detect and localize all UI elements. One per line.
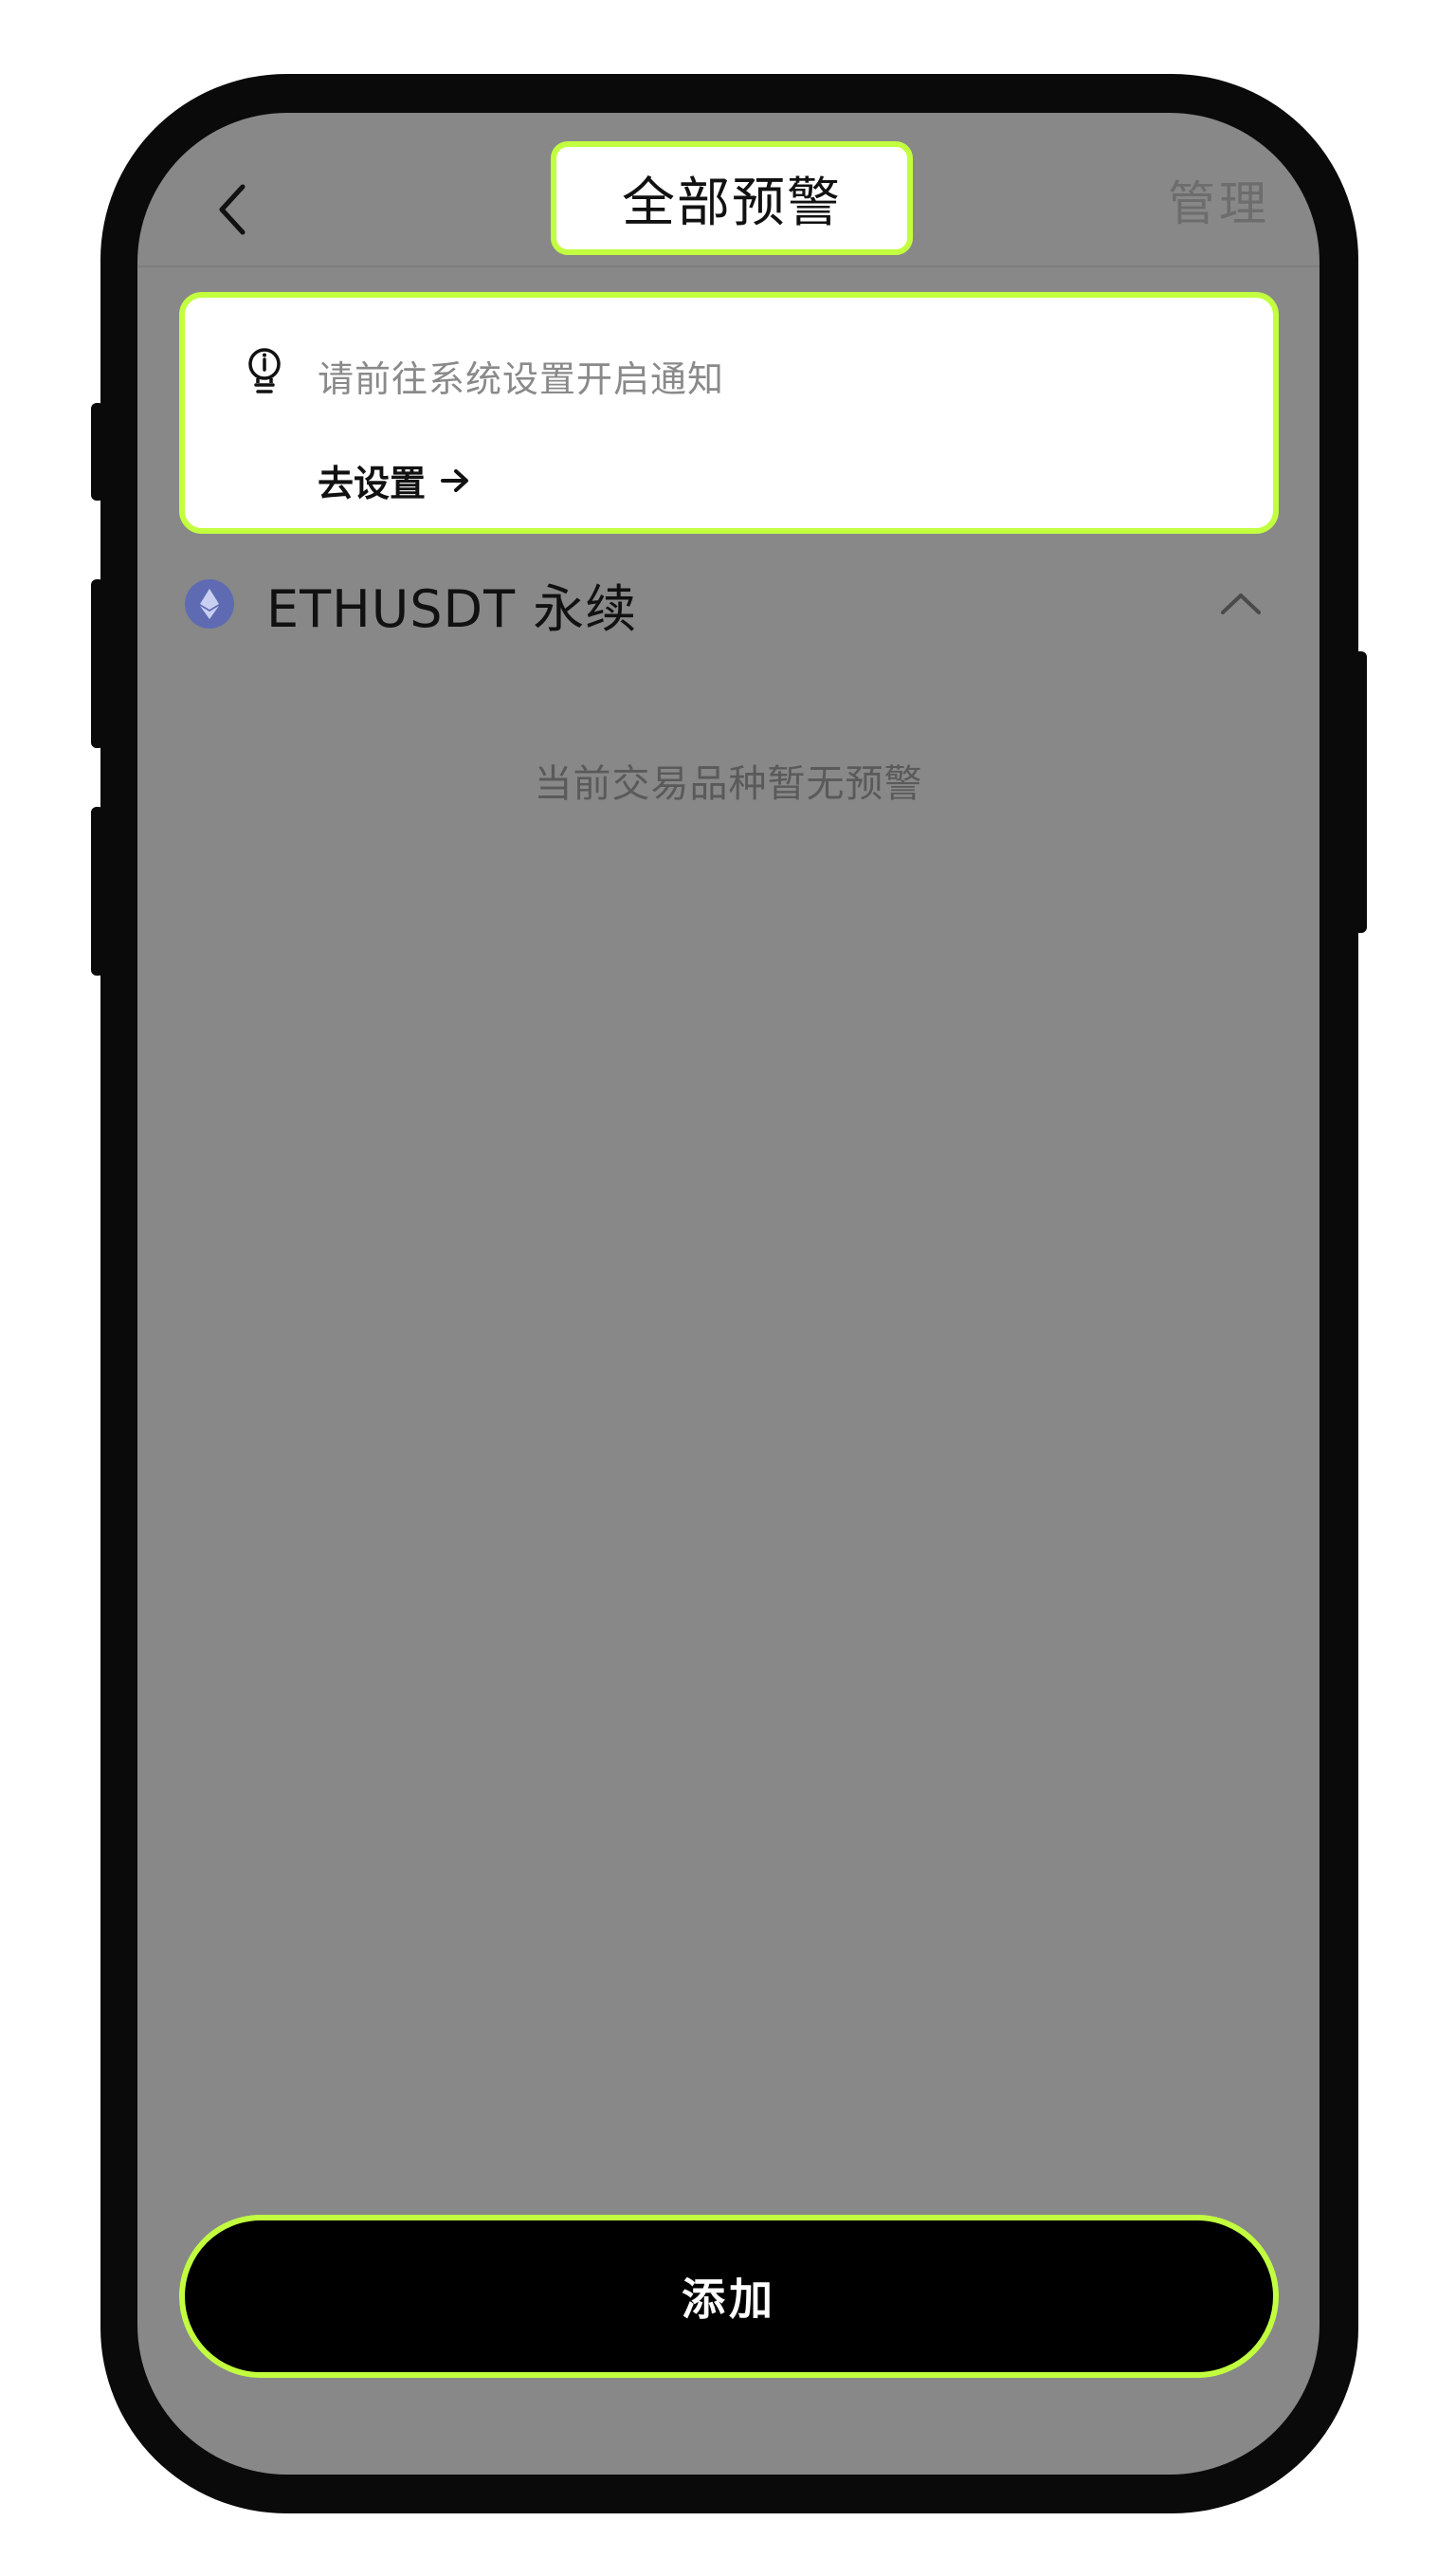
go-to-settings-link[interactable]: 去设置	[318, 454, 471, 506]
page-title: 全部预警	[551, 141, 913, 255]
mute-switch	[91, 403, 104, 501]
lightbulb-icon	[248, 348, 281, 393]
notification-message: 请前往系统设置开启通知	[318, 358, 725, 400]
instrument-name: ETHUSDT 永续	[266, 578, 638, 639]
empty-state-message: 当前交易品种暂无预警	[534, 762, 923, 806]
volume-up-button	[91, 579, 104, 748]
notification-banner: 请前往系统设置开启通知 去设置	[179, 292, 1279, 534]
manage-button[interactable]: 管理	[1168, 166, 1270, 234]
go-to-settings-label: 去设置	[318, 463, 427, 504]
chevron-left-icon[interactable]	[204, 172, 261, 247]
instrument-header[interactable]: ETHUSDT 永续	[185, 566, 1263, 642]
volume-down-button	[91, 807, 104, 976]
screen: 全部预警 管理 请前往系统设置开启通知 去设置 ETHUSDT 永续 当前交易品…	[137, 113, 1320, 2475]
chevron-up-icon[interactable]	[1219, 590, 1263, 618]
power-button	[1354, 651, 1367, 933]
ethereum-icon	[185, 579, 234, 629]
nav-divider	[137, 265, 1320, 267]
arrow-right-icon	[441, 468, 469, 492]
add-alert-button[interactable]: 添加	[179, 2215, 1279, 2378]
